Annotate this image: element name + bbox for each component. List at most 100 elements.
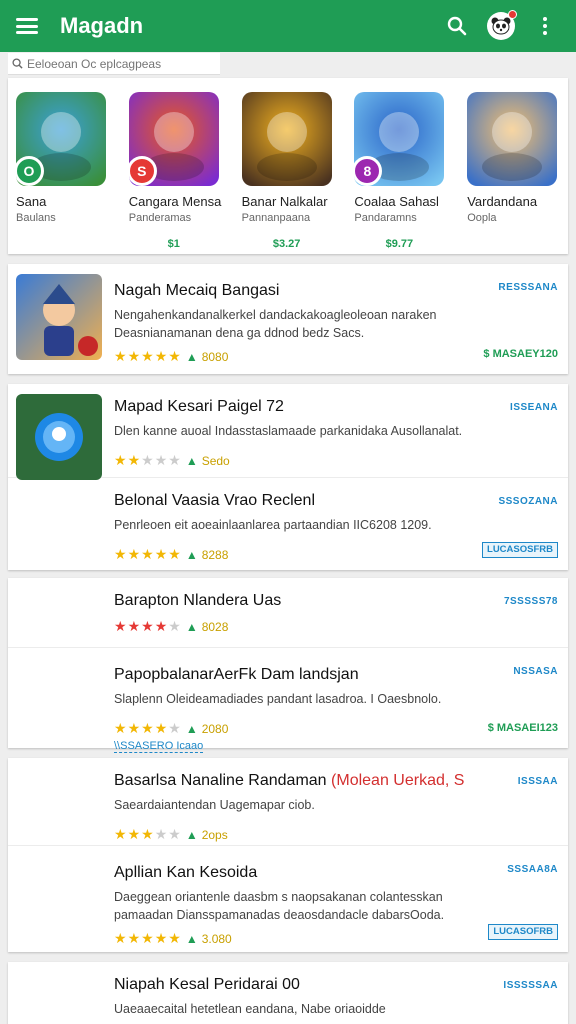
profile-button[interactable]: [484, 9, 518, 43]
featured-app-card[interactable]: Vardandana Oopla: [467, 92, 568, 254]
star-rating-icon: ★★★★★: [114, 930, 182, 946]
featured-app-card[interactable]: 8 Coalaa Sahasl Pandaramns $9.77: [354, 92, 455, 254]
app-rating: ★★★★★ ▲ 2080: [114, 720, 228, 737]
featured-app-name: Vardandana: [467, 194, 538, 209]
featured-app-subtitle: Baulans: [16, 212, 56, 224]
app-thumbnail: [241, 92, 332, 186]
app-title: Magadn: [60, 13, 144, 38]
app-rating: ★★★★★ ▲ Sedo: [114, 452, 230, 469]
hamburger-icon[interactable]: [14, 15, 40, 37]
panda-avatar-icon: [487, 10, 517, 40]
featured-app-subtitle: Pandaramns: [354, 212, 417, 224]
app-description: Dlen kanne auoal Indasstaslamaade parkan…: [114, 424, 463, 438]
rating-count: Sedo: [201, 453, 230, 468]
app-thumbnail: [16, 274, 102, 360]
app-name: Barapton Nlandera Uas: [114, 592, 282, 609]
star-rating-icon: ★★★★★: [114, 546, 182, 562]
app-tag: SSSAA8A: [507, 864, 558, 875]
badge-icon: ▲: [185, 721, 198, 736]
app-badge-icon: S: [128, 156, 157, 186]
featured-app-price: $9.77: [385, 238, 414, 250]
app-list-item[interactable]: Mapad Kesari Paigel 72 Dlen kanne auoal I…: [8, 384, 568, 480]
notification-dot: [508, 10, 517, 19]
rating-count: 8080: [201, 349, 229, 364]
kebab-icon[interactable]: [528, 9, 562, 43]
install-button[interactable]: LUCASOFRB: [488, 924, 558, 940]
featured-app-subtitle: Pannanpaana: [241, 212, 311, 224]
app-name: Mapad Kesari Paigel 72: [114, 398, 284, 415]
app-description: Penrleoen eit aoeainlaanlarea partaandia…: [114, 518, 432, 532]
featured-carousel: O Sana Baulans S Cangara Mensa Panderama…: [8, 78, 568, 254]
featured-app-card[interactable]: O Sana Baulans: [16, 92, 117, 254]
app-description: Nengahenkandanalkerkel dandackakoagleole…: [114, 308, 437, 340]
search-icon[interactable]: [440, 9, 474, 43]
app-price: $ MASAEY120: [483, 348, 558, 360]
app-name: Nagah Mecaiq Bangasi: [114, 282, 280, 299]
app-description: Daeggean oriantenle daasbm s naopsakanan…: [114, 890, 445, 922]
featured-app-price: $1: [167, 238, 180, 250]
app-thumbnail: [16, 394, 102, 480]
search-icon: [12, 58, 23, 69]
badge-icon: ▲: [185, 453, 198, 468]
app-list-card: Nagah Mecaiq Bangasi Nengahenkandanalkerk…: [8, 264, 568, 374]
app-list-item[interactable]: Belonal Vaasia Vrao Reclenl Penrleoen eit…: [8, 478, 568, 570]
app-list-card: Barapton Nlandera Uas ★★★★★ ▲ 8028 7SSSSS…: [8, 578, 568, 753]
app-list-item[interactable]: Apllian Kan Kesoida Daeggean oriantenle d…: [8, 846, 568, 952]
app-tag: SSSOZANA: [498, 496, 558, 507]
app-list-item[interactable]: PapopbalanarAerFk Dam landsjan Slaplenn O…: [8, 648, 568, 753]
app-bar: Magadn: [0, 0, 576, 52]
app-price: $ MASAEI123: [487, 722, 558, 734]
badge-icon: ▲: [185, 619, 198, 634]
app-rating: ★★★★★ ▲ 8288: [114, 546, 228, 563]
badge-icon: ▲: [185, 931, 198, 946]
badge-icon: ▲: [185, 827, 198, 842]
app-name: PapopbalanarAerFk Dam landsjan: [114, 666, 359, 683]
star-rating-icon: ★★★★★: [114, 348, 182, 364]
app-thumbnail: S: [128, 92, 219, 186]
search-input[interactable]: [27, 56, 207, 71]
app-list-item[interactable]: Nagah Mecaiq Bangasi Nengahenkandanalkerk…: [8, 264, 568, 374]
app-link[interactable]: \\SSASERO Icaao: [114, 740, 204, 753]
app-description: Saeardaiantendan Uagemapar ciob.: [114, 798, 315, 812]
search-bar[interactable]: [8, 53, 220, 75]
featured-app-card[interactable]: Banar Nalkalar Pannanpaana $3.27: [241, 92, 343, 254]
featured-app-name: Cangara Mensa: [128, 194, 222, 209]
app-name: Niapah Kesal Peridarai 00: [114, 976, 300, 993]
star-rating-icon: ★★★★★: [114, 618, 182, 634]
app-tag: RESSSANA: [498, 282, 558, 293]
badge-icon: ▲: [185, 547, 198, 562]
app-tag: ISSSSSAA: [503, 980, 558, 991]
star-rating-icon: ★★★★★: [114, 452, 182, 468]
app-thumbnail: [467, 92, 558, 186]
app-list-card: Basarlsa Nanaline Randaman (Molean Uerka…: [8, 758, 568, 952]
app-list-card: Mapad Kesari Paigel 72 Dlen kanne auoal I…: [8, 384, 568, 570]
app-name-highlight: (Molean Uerkad, S: [331, 772, 465, 789]
star-rating-icon: ★★★★★: [114, 826, 182, 842]
badge-icon: ▲: [185, 349, 198, 364]
featured-app-name: Sana: [16, 194, 47, 209]
app-list-card: Niapah Kesal Peridarai 00 Uaeaaecaital he…: [8, 962, 568, 1024]
app-tag: NSSASA: [513, 666, 558, 677]
app-name: Belonal Vaasia Vrao Reclenl: [114, 492, 316, 509]
install-button[interactable]: LUCASOSFRB: [482, 542, 558, 558]
app-rating: ★★★★★ ▲ 3.080: [114, 930, 232, 947]
rating-count: 8028: [201, 619, 229, 634]
app-description: Slaplenn Oleideamadiades pandant lasadro…: [114, 692, 442, 706]
featured-app-price: $3.27: [272, 238, 301, 250]
featured-app-subtitle: Oopla: [467, 212, 497, 224]
app-rating: ★★★★★ ▲ 8028: [114, 618, 228, 635]
app-tag: ISSEANA: [510, 402, 558, 413]
app-tag: 7SSSSS78: [503, 596, 558, 607]
app-tag: ISSSAA: [517, 776, 558, 787]
app-list-item[interactable]: Barapton Nlandera Uas ★★★★★ ▲ 8028 7SSSSS…: [8, 578, 568, 648]
app-thumbnail: 8: [354, 92, 445, 186]
featured-app-card[interactable]: S Cangara Mensa Panderamas $1: [128, 92, 230, 254]
rating-count: 2080: [201, 721, 229, 736]
rating-count: 2ops: [201, 827, 228, 842]
featured-app-subtitle: Panderamas: [128, 212, 192, 224]
app-name: Basarlsa Nanaline Randaman (Molean Uerka…: [114, 772, 465, 789]
app-thumbnail: O: [16, 92, 106, 186]
app-rating: ★★★★★ ▲ 8080: [114, 348, 228, 365]
app-list-item[interactable]: Niapah Kesal Peridarai 00 Uaeaaecaital he…: [8, 962, 568, 1024]
app-list-item[interactable]: Basarlsa Nanaline Randaman (Molean Uerka…: [8, 758, 568, 846]
